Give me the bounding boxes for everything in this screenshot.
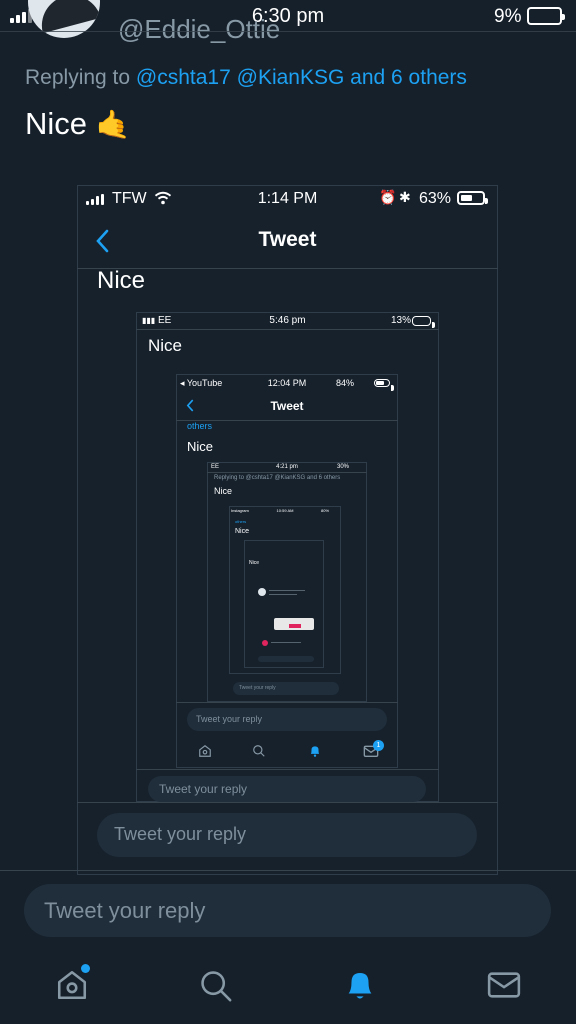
mention-link[interactable]: @cshta17 [136, 66, 231, 89]
reply-input[interactable]: Tweet your reply [187, 708, 387, 731]
tweet-text: Nice [249, 560, 260, 566]
reply-input[interactable]: Tweet your reply [233, 682, 339, 695]
battery-icon [374, 379, 394, 391]
battery-percent: 63% [419, 190, 452, 207]
bluetooth-icon: ✱ [399, 189, 411, 205]
divider [136, 329, 439, 330]
notification-badge: 1 [373, 740, 384, 751]
avatar [262, 640, 268, 646]
tweet-text: Nice [235, 528, 250, 535]
messages-icon[interactable] [487, 970, 521, 1000]
reply-input[interactable]: Tweet your reply [24, 884, 551, 937]
divider [269, 594, 297, 595]
divider [176, 702, 398, 703]
divider [136, 769, 439, 770]
reply-input[interactable] [258, 656, 314, 662]
status-time: 12:04 PM [267, 378, 307, 388]
tweet-text: Nice [214, 486, 233, 496]
divider [271, 642, 301, 643]
tweet-text: Nice 🤙 [25, 106, 131, 142]
others-link[interactable]: others [235, 519, 246, 524]
reply-placeholder: Tweet your reply [159, 782, 248, 796]
media-badge [289, 624, 301, 628]
avatar [258, 588, 266, 596]
reply-input[interactable]: Tweet your reply [148, 776, 426, 802]
level6-content: Nice [244, 540, 324, 668]
others-link[interactable]: others [187, 421, 212, 431]
reply-input[interactable]: Tweet your reply [97, 813, 477, 857]
home-icon[interactable] [198, 744, 212, 758]
call-me-hand-emoji: 🤙 [95, 109, 131, 140]
divider [0, 870, 576, 871]
battery-percent: 30% [337, 464, 350, 470]
battery-percent: 9% [494, 6, 522, 27]
notifications-icon[interactable] [308, 744, 322, 758]
battery-percent: 84% [336, 378, 355, 388]
battery-percent: 80% [321, 508, 330, 513]
tweet-text: Nice [97, 267, 146, 294]
others-link[interactable]: and 6 others [350, 66, 467, 89]
notifications-icon[interactable] [343, 968, 377, 1002]
battery-percent: 13% [391, 315, 412, 326]
divider [77, 802, 498, 803]
divider [0, 31, 576, 32]
mention-link[interactable]: @KianKSG [237, 66, 345, 89]
reply-placeholder: Tweet your reply [239, 685, 276, 691]
bottom-nav [0, 960, 576, 1024]
battery-icon [527, 7, 565, 25]
home-icon[interactable] [55, 968, 89, 1002]
reply-placeholder: Tweet your reply [44, 898, 206, 923]
reply-placeholder: Tweet your reply [196, 714, 263, 724]
divider [269, 590, 305, 591]
page-title: Tweet [270, 399, 304, 413]
divider [207, 472, 367, 473]
new-tweets-dot [81, 964, 90, 973]
search-icon[interactable] [199, 969, 233, 1003]
page-title: Tweet [258, 228, 317, 251]
replying-to: Replying to @cshta17 @KianKSG and 6 othe… [25, 66, 467, 90]
user-handle[interactable]: @Eddie_Ottie [118, 14, 280, 45]
tweet-text: Nice [187, 439, 214, 454]
battery-icon [457, 191, 488, 205]
replying-prefix: Replying to [25, 66, 131, 89]
alarm-icon: ⏰ [379, 189, 397, 205]
reply-placeholder: Tweet your reply [114, 824, 247, 844]
tweet-text: Nice [148, 336, 183, 355]
search-icon[interactable] [252, 744, 266, 758]
battery-icon [412, 316, 435, 328]
replying-to: Replying to @cshta17 @KianKSG and 6 othe… [214, 475, 341, 481]
tweet-text-content: Nice [25, 106, 88, 141]
